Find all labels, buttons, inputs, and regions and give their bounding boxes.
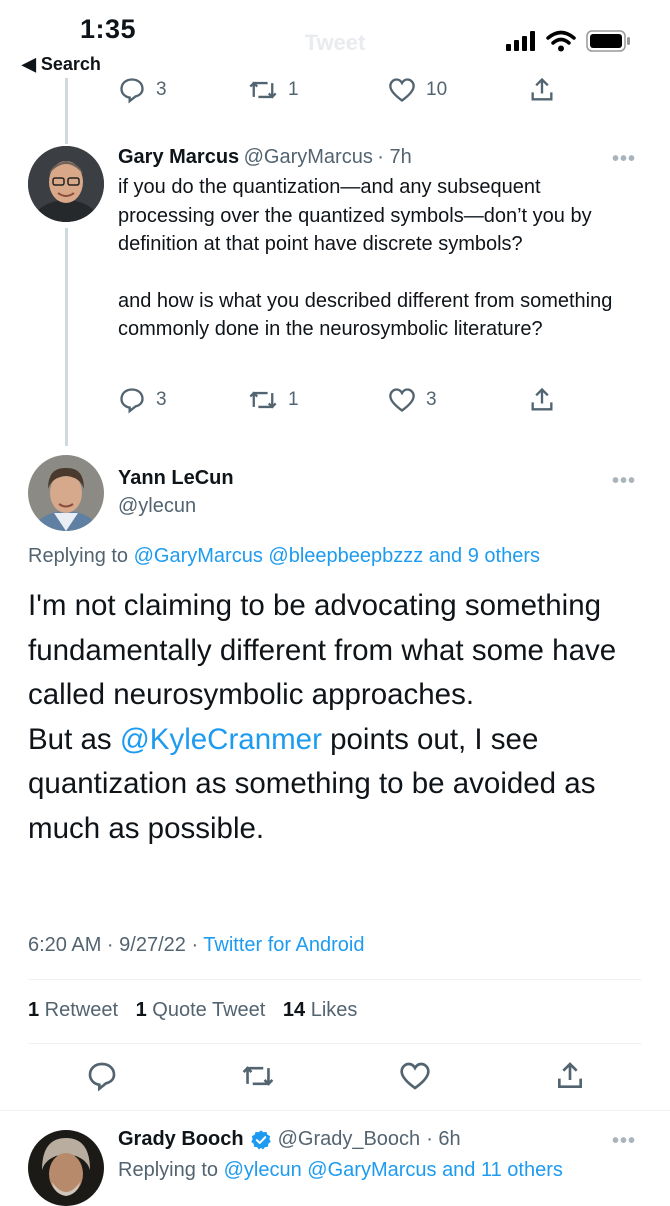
likes-label: Likes xyxy=(305,999,358,1021)
heart-icon xyxy=(389,388,415,412)
reply-button[interactable]: 3 xyxy=(118,386,248,414)
share-button[interactable] xyxy=(528,386,556,414)
retweet-button[interactable]: 1 xyxy=(248,387,388,413)
retweets-count: 1 xyxy=(28,999,40,1021)
like-count: 10 xyxy=(426,79,448,100)
status-icons xyxy=(506,30,632,52)
tweet-text-line: I'm not claiming to be advocating someth… xyxy=(28,589,617,711)
likes-stat[interactable]: 14 Likes xyxy=(283,999,358,1021)
more-options-icon[interactable]: ••• xyxy=(612,148,636,171)
battery-icon xyxy=(586,30,630,52)
share-icon xyxy=(557,1062,582,1088)
divider xyxy=(0,1110,670,1111)
quotes-count: 1 xyxy=(135,999,147,1021)
reply-header: Grady Booch @Grady_Booch · 6h xyxy=(118,1128,461,1151)
reply-icon xyxy=(88,1062,116,1092)
quotes-label: Quote Tweet xyxy=(146,999,266,1021)
tweet2-actions: 3 1 3 xyxy=(118,386,558,414)
timestamp-text: 6:20 AM · 9/27/22 · xyxy=(28,934,204,956)
retweets-label: Retweet xyxy=(39,999,119,1021)
tweet-body: I'm not claiming to be advocating someth… xyxy=(28,584,643,851)
reply-count: 3 xyxy=(156,79,167,100)
tweet-paragraph: if you do the quantization—and any subse… xyxy=(118,176,592,255)
heart-icon xyxy=(399,1062,430,1090)
replying-to-prefix: Replying to xyxy=(118,1159,224,1181)
author-name[interactable]: Gary Marcus xyxy=(118,146,239,168)
reply-button[interactable] xyxy=(86,1060,118,1092)
quote-tweets-stat[interactable]: 1 Quote Tweet xyxy=(136,999,266,1021)
reply-button[interactable]: 3 xyxy=(118,76,248,104)
retweet-icon xyxy=(243,1066,274,1086)
share-button[interactable] xyxy=(554,1060,586,1092)
thread-line-middle xyxy=(65,228,68,446)
author-handle[interactable]: @ylecun xyxy=(118,495,196,518)
gary-marcus-avatar[interactable] xyxy=(28,146,104,222)
tweet1-actions: 3 1 10 xyxy=(118,76,558,104)
share-icon xyxy=(531,77,553,101)
thread-line-top xyxy=(65,78,68,144)
verified-badge-icon xyxy=(250,1129,271,1150)
author-name[interactable]: Yann LeCun xyxy=(118,467,234,490)
tweet-paragraph: and how is what you described different … xyxy=(118,289,613,341)
retweet-icon xyxy=(249,391,277,409)
divider xyxy=(28,1043,642,1044)
retweets-stat[interactable]: 1 Retweet xyxy=(28,999,118,1021)
tweet2-header: Gary Marcus @GaryMarcus · 7h xyxy=(118,146,412,169)
like-button[interactable] xyxy=(399,1061,431,1091)
tweet-text: But as xyxy=(28,722,120,756)
replying-to-link[interactable]: @ylecun @GaryMarcus and 11 others xyxy=(224,1159,563,1181)
author-handle[interactable]: @GaryMarcus xyxy=(244,146,373,168)
yann-lecun-avatar[interactable] xyxy=(28,455,104,531)
tweet-timestamp: 6:20 AM · 9/27/22 · Twitter for Android xyxy=(28,934,364,957)
retweet-button[interactable] xyxy=(241,1061,275,1091)
client-link[interactable]: Twitter for Android xyxy=(203,934,364,956)
heart-icon xyxy=(389,78,415,102)
like-button[interactable]: 3 xyxy=(388,387,528,413)
tweet-time: · 6h xyxy=(426,1128,461,1150)
more-options-icon[interactable]: ••• xyxy=(612,1130,636,1153)
replying-to-link[interactable]: @GaryMarcus @bleepbeepbzzz and 9 others xyxy=(134,545,540,567)
engagement-stats: 1 Retweet 1 Quote Tweet 14 Likes xyxy=(28,999,357,1022)
mention-link[interactable]: @KyleCranmer xyxy=(120,723,322,756)
share-icon xyxy=(531,387,553,411)
tweet-text-line: But as @KyleCranmer points out, I see qu… xyxy=(28,718,643,852)
tweet2-text: if you do the quantization—and any subse… xyxy=(118,173,638,344)
retweet-count: 1 xyxy=(288,79,299,100)
reply-icon xyxy=(120,78,144,104)
more-options-icon[interactable]: ••• xyxy=(612,470,636,493)
tweet-time: · 7h xyxy=(377,146,412,168)
back-to-search-button[interactable]: ◀ Search xyxy=(22,54,101,75)
grady-booch-avatar[interactable] xyxy=(28,1130,104,1206)
reply-replying-to: Replying to @ylecun @GaryMarcus and 11 o… xyxy=(118,1159,563,1182)
main-actions xyxy=(86,1060,586,1092)
reply-count: 3 xyxy=(156,389,167,410)
signal-icon xyxy=(506,31,535,51)
retweet-icon xyxy=(249,81,277,99)
like-count: 3 xyxy=(426,389,437,410)
wifi-icon xyxy=(546,30,576,52)
author-name[interactable]: Grady Booch xyxy=(118,1128,244,1151)
divider xyxy=(28,979,642,980)
likes-count: 14 xyxy=(282,999,306,1021)
like-button[interactable]: 10 xyxy=(388,77,528,103)
retweet-count: 1 xyxy=(288,389,299,410)
replying-to: Replying to @GaryMarcus @bleepbeepbzzz a… xyxy=(28,545,540,568)
reply-icon xyxy=(120,388,144,414)
replying-to-prefix: Replying to xyxy=(28,545,134,567)
author-handle[interactable]: @Grady_Booch xyxy=(278,1128,421,1151)
share-button[interactable] xyxy=(528,76,556,104)
retweet-button[interactable]: 1 xyxy=(248,77,388,103)
